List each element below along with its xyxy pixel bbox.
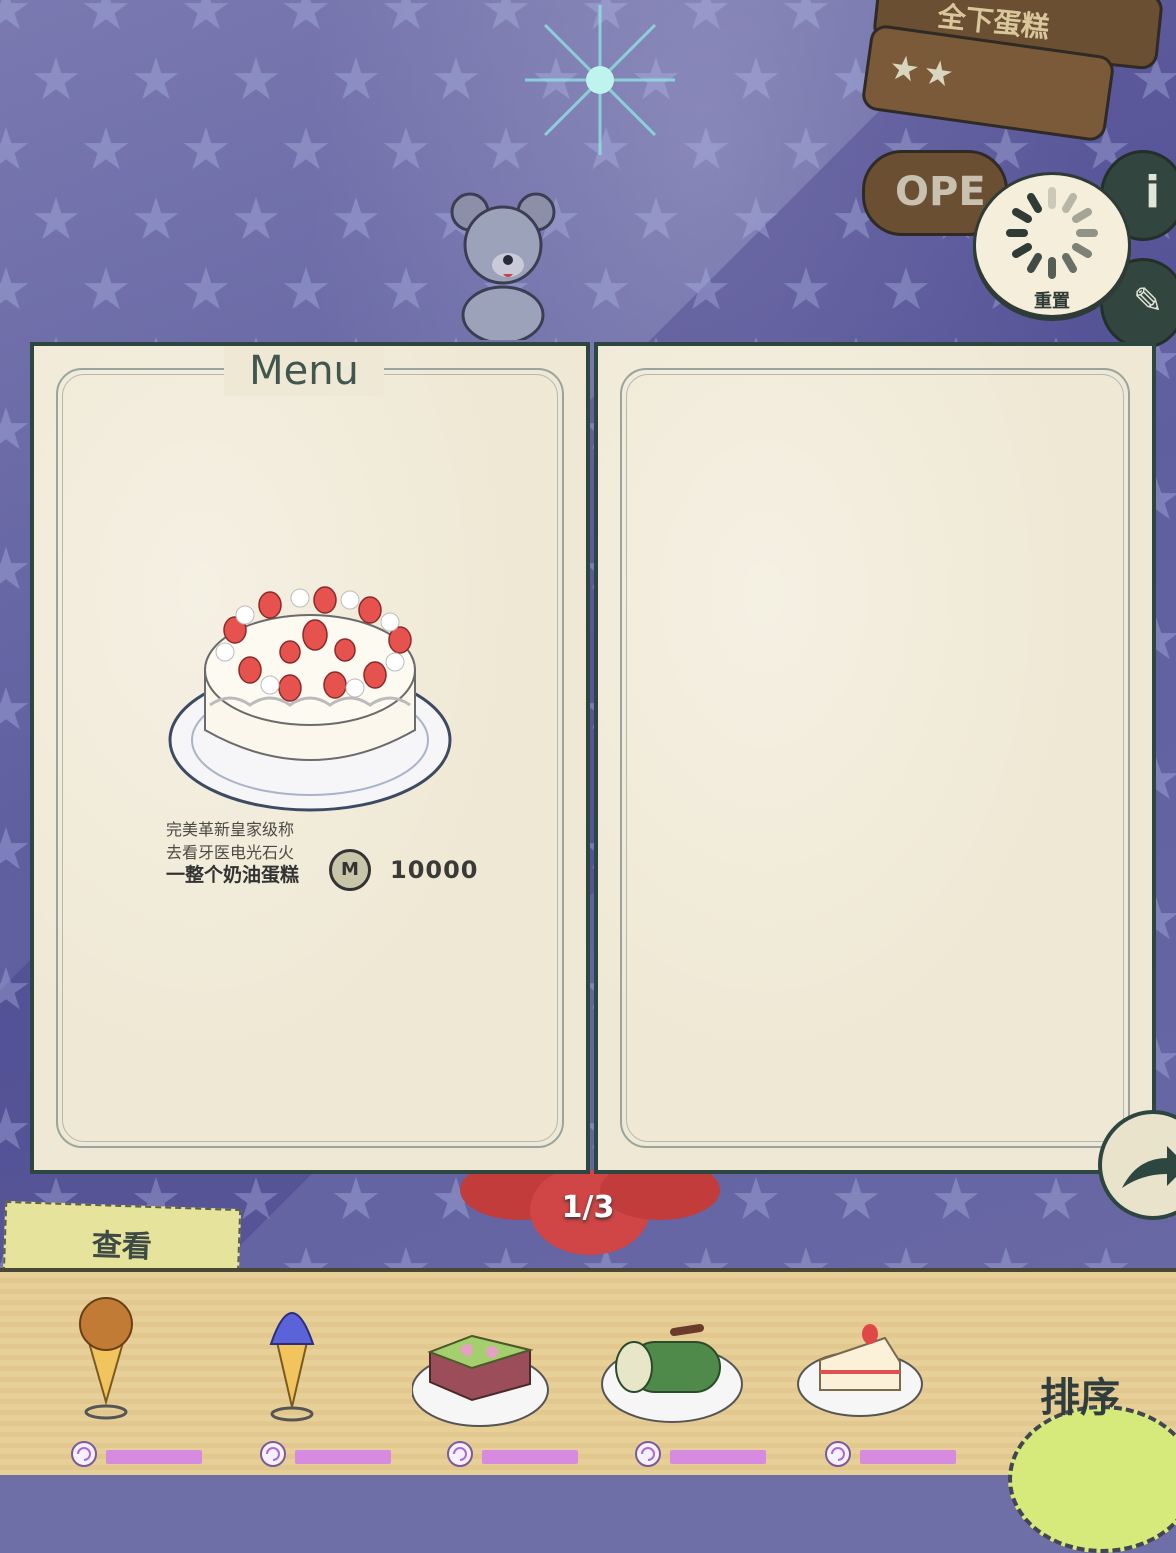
- menu-item-price: 10000: [390, 856, 479, 884]
- page-frame-inner: [626, 374, 1124, 1142]
- progress-bar: [670, 1450, 766, 1464]
- info-icon: i: [1145, 167, 1161, 218]
- tray-item[interactable]: [600, 1272, 766, 1475]
- lollipop-wheel-decoration: [1008, 1405, 1176, 1553]
- lollipop-icon: [635, 1441, 661, 1467]
- rating-stars: ★★: [886, 47, 961, 97]
- menu-title: Menu: [224, 346, 384, 396]
- reset-button[interactable]: 重置: [973, 172, 1131, 318]
- strawberry-shortcake-slice-icon: [797, 1324, 923, 1417]
- teddy-bear-icon: [450, 192, 556, 340]
- progress-bar: [860, 1450, 956, 1464]
- tray-item[interactable]: [412, 1272, 578, 1475]
- progress-bar: [106, 1450, 202, 1464]
- sort-button[interactable]: 排序: [1040, 1365, 1120, 1423]
- dessert-tray: [0, 1268, 1176, 1475]
- tray-item[interactable]: [225, 1272, 391, 1475]
- lollipop-icon: [71, 1441, 97, 1467]
- open-sign-text: OPE: [895, 169, 986, 215]
- progress-bar: [482, 1450, 578, 1464]
- reset-label: 重置: [1034, 291, 1070, 312]
- lollipop-icon: [447, 1441, 473, 1467]
- blueberry-soft-serve-icon: [269, 1312, 315, 1422]
- tray-item[interactable]: [36, 1272, 202, 1475]
- lollipop-icon: [825, 1441, 851, 1467]
- coin-icon: M: [329, 849, 371, 891]
- description-line-2: 去看牙医电光石火: [166, 843, 295, 862]
- firework-icon: [525, 5, 675, 155]
- matcha-roll-cake-icon: [601, 1324, 743, 1423]
- coin-symbol: M: [341, 859, 359, 880]
- chocolate-ice-cream-cone-icon: [79, 1297, 133, 1420]
- utensils-icon: ✎: [1133, 281, 1164, 322]
- arrow-right-icon: [1122, 1146, 1176, 1188]
- description-line-1: 完美革新皇家级称: [166, 820, 295, 839]
- progress-bar: [295, 1450, 391, 1464]
- lollipop-icon: [260, 1441, 286, 1467]
- tray-item[interactable]: [790, 1272, 956, 1475]
- menu-item-description: 完美革新皇家级称 去看牙医电光石火 一整个奶油蛋糕: [166, 818, 299, 887]
- loading-spinner-icon: [1006, 187, 1098, 279]
- matcha-square-cake-icon: [412, 1334, 549, 1427]
- menu-page-right: [594, 342, 1156, 1174]
- view-tab-label: 查看: [91, 1227, 153, 1266]
- cream-cake-icon[interactable]: [165, 580, 455, 820]
- menu-item-name: 一整个奶油蛋糕: [166, 864, 300, 886]
